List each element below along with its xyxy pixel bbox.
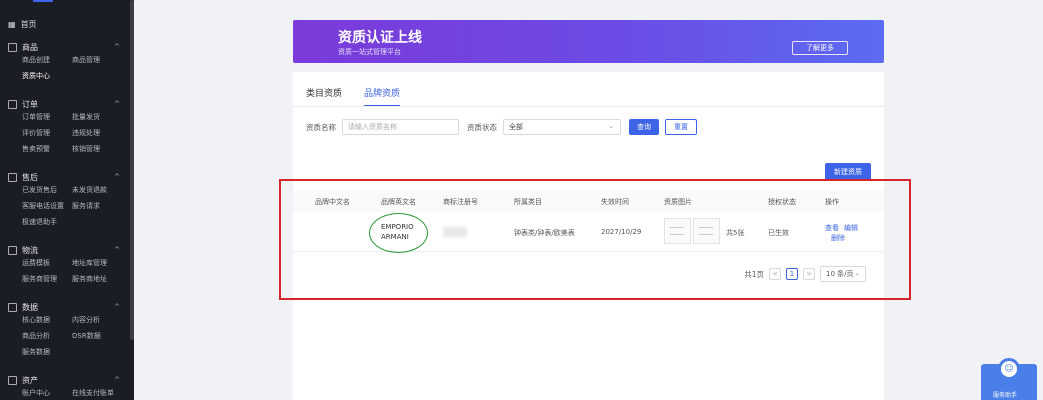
sidebar-section-header[interactable]: 资产 ^ [0, 373, 130, 387]
search-button[interactable]: 查询 [629, 119, 659, 135]
return-icon [8, 172, 17, 182]
sidebar-item[interactable]: 评价管理 [22, 127, 72, 140]
wallet-icon [8, 375, 17, 385]
sidebar-item[interactable]: 违规处理 [72, 127, 132, 140]
sidebar-section-header[interactable]: 订单 ^ [0, 97, 130, 111]
sidebar-section-orders: 订单 ^ 订单管理 批量发货 评价管理 违规处理 售卖预警 核销管理 [0, 97, 130, 156]
sidebar-item[interactable]: 内容分析 [72, 314, 132, 327]
sidebar-section-logistics: 物流 ^ 运费模板 地址库管理 服务商管理 服务商地址 [0, 243, 130, 286]
qualification-name-input[interactable]: 请输入资质名称 [342, 119, 459, 135]
sidebar-item[interactable]: 核销管理 [72, 143, 132, 156]
banner-subtitle: 资质一站式管理平台 [338, 48, 401, 56]
chevron-up-icon: ^ [114, 376, 120, 384]
sidebar-item-label: 首页 [20, 20, 37, 29]
sidebar-scrollbar[interactable] [130, 0, 134, 340]
sidebar-item[interactable]: 售卖预警 [22, 143, 72, 156]
sidebar-item[interactable]: 账户中心 [22, 387, 72, 400]
sidebar-item-qualification-center[interactable]: 资质中心 [22, 70, 72, 83]
name-filter-label: 资质名称 [306, 122, 336, 132]
sidebar-item[interactable]: 地址库管理 [72, 257, 132, 270]
tab-category-qualification[interactable]: 类目资质 [306, 86, 342, 107]
truck-icon [8, 245, 17, 255]
grid-icon: ▦ [8, 20, 16, 29]
bar-chart-icon [8, 302, 17, 312]
chevron-up-icon: ^ [114, 100, 120, 108]
sidebar-item[interactable]: 客服电话设置 [22, 200, 72, 213]
service-assistant-widget[interactable]: ☺ 服务助手 [981, 358, 1037, 400]
sidebar-section-header[interactable]: 售后 ^ [0, 170, 130, 184]
sidebar-section-header[interactable]: 商品 ^ [0, 40, 130, 54]
box-icon [8, 42, 17, 52]
sidebar-item[interactable]: 未发货退款 [72, 184, 132, 197]
sidebar-item-product-create[interactable]: 商品创建 [22, 54, 72, 67]
sidebar-item[interactable]: 极速退助手 [22, 216, 72, 229]
status-select-value: 全部 [509, 123, 523, 131]
promo-banner: 资质认证上线 资质一站式管理平台 了解更多 [293, 20, 884, 63]
sidebar-section-assets: 资产 ^ 账户中心 在线支付账单 [0, 373, 130, 400]
status-filter-label: 资质状态 [467, 122, 497, 132]
sidebar: ▦ 首页 商品 ^ 商品创建 商品管理 资质中心 订单 ^ 订单管理 批量发货 … [0, 0, 134, 400]
sidebar-item[interactable]: DSR数据 [72, 330, 132, 343]
chevron-up-icon: ^ [114, 43, 120, 51]
sidebar-item[interactable]: 商品分析 [22, 330, 72, 343]
chevron-up-icon: ^ [114, 246, 120, 254]
learn-more-button[interactable]: 了解更多 [792, 41, 848, 55]
chevron-up-icon: ^ [114, 173, 120, 181]
sidebar-item[interactable]: 服务商管理 [22, 273, 72, 286]
sidebar-section-goods: 商品 ^ 商品创建 商品管理 资质中心 [0, 40, 130, 83]
sidebar-section-header[interactable]: 数据 ^ [0, 300, 130, 314]
status-select[interactable]: 全部 ⌄ [503, 119, 621, 135]
tab-divider [293, 106, 884, 107]
chevron-down-icon: ⌄ [608, 122, 614, 130]
sidebar-item[interactable]: 运费模板 [22, 257, 72, 270]
document-icon [8, 99, 17, 109]
sidebar-item[interactable]: 批量发货 [72, 111, 132, 124]
sidebar-item[interactable]: 已发货售后 [22, 184, 72, 197]
sidebar-section-header[interactable]: 物流 ^ [0, 243, 130, 257]
sidebar-item-product-manage[interactable]: 商品管理 [72, 54, 132, 67]
sidebar-item[interactable]: 服务商地址 [72, 273, 132, 286]
sidebar-section-aftersale: 售后 ^ 已发货售后 未发货退款 客服电话设置 服务请求 极速退助手 [0, 170, 130, 229]
service-assistant-label: 服务助手 [993, 392, 1018, 399]
sidebar-top-indicator [33, 0, 53, 2]
sidebar-item[interactable]: 核心数据 [22, 314, 72, 327]
reset-button[interactable]: 重置 [665, 119, 697, 135]
sidebar-item-home[interactable]: ▦ 首页 [8, 19, 37, 30]
highlight-ellipse [369, 213, 428, 253]
headset-icon: ☺ [998, 358, 1020, 380]
filter-bar: 资质名称 请输入资质名称 资质状态 全部 ⌄ 查询 重置 [306, 119, 697, 135]
banner-title: 资质认证上线 [338, 30, 422, 46]
sidebar-item[interactable]: 服务请求 [72, 200, 132, 213]
sidebar-item[interactable]: 在线支付账单 [72, 387, 132, 400]
qualification-tabs: 类目资质 品牌资质 [306, 86, 401, 107]
chevron-up-icon: ^ [114, 303, 120, 311]
sidebar-item[interactable]: 服务数据 [22, 346, 72, 359]
tab-brand-qualification[interactable]: 品牌资质 [364, 86, 401, 107]
sidebar-section-data: 数据 ^ 核心数据 内容分析 商品分析 DSR数据 服务数据 [0, 300, 130, 359]
sidebar-item[interactable]: 订单管理 [22, 111, 72, 124]
